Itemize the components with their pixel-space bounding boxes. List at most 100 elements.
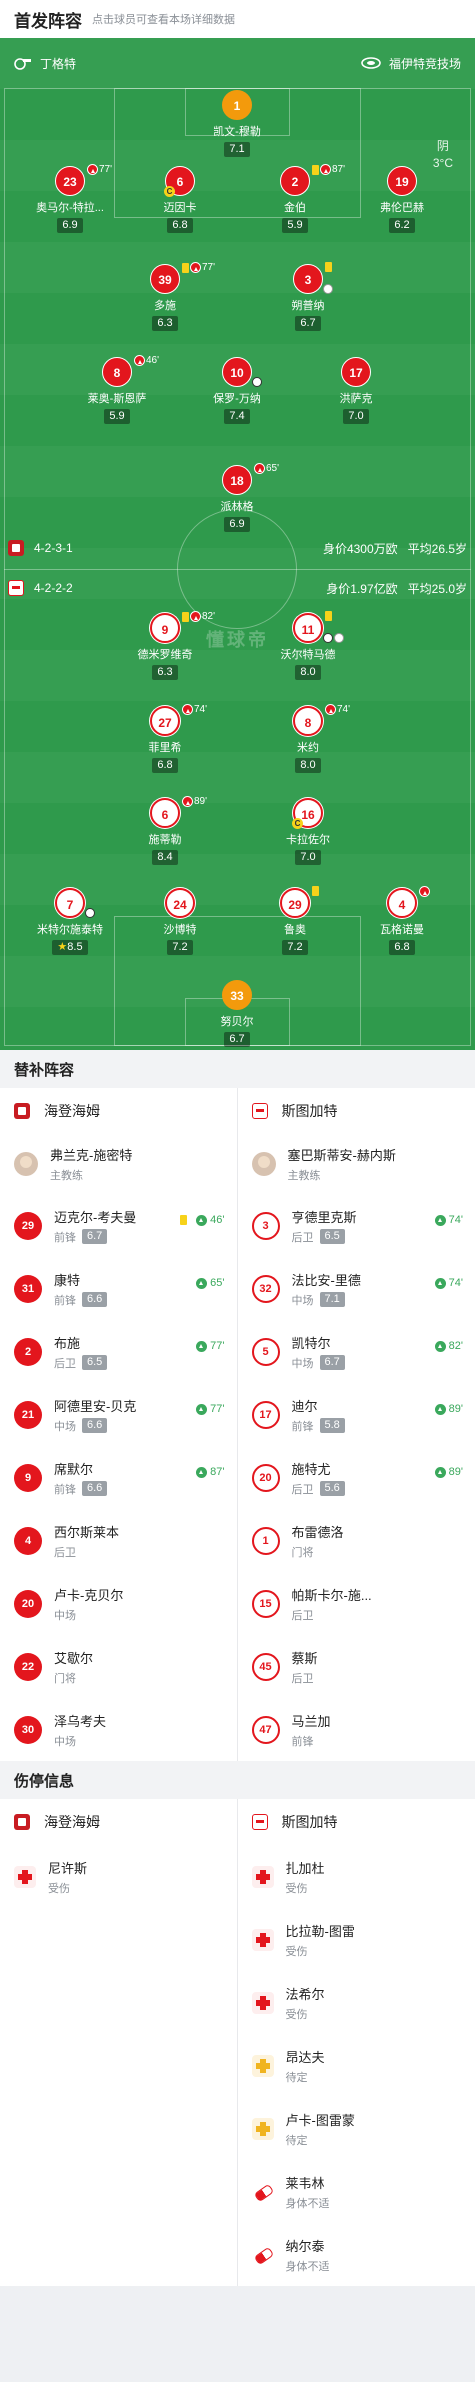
- player-home-17[interactable]: 17 洪萨克 7.0: [301, 357, 411, 424]
- sub-off-icon: [254, 463, 265, 474]
- player-meta: 中场 6.7: [292, 1355, 345, 1371]
- player-position: 前锋: [54, 1483, 76, 1496]
- player-name: 蔡斯: [291, 1650, 318, 1666]
- player-away-16[interactable]: 16 卡拉佐尔 7.0 C: [253, 798, 363, 865]
- player-info: 法希尔 受伤: [286, 1984, 325, 2022]
- player-away-29[interactable]: 29 鲁奥 7.2: [240, 886, 350, 955]
- home-team-info: 4-2-3-1 身价4300万欧 平均26.5岁: [0, 538, 475, 558]
- player-rating: 6.6: [82, 1292, 108, 1307]
- player-number: 20: [251, 1463, 280, 1492]
- player-info: 康特 前锋 6.6: [54, 1270, 108, 1308]
- player-home-1[interactable]: 1 凯文-穆勒 7.1: [182, 90, 292, 157]
- sub-player-row[interactable]: 4 西尔斯莱本 后卫: [0, 1509, 237, 1572]
- goal-ball-icon: [323, 633, 333, 643]
- player-home-8[interactable]: 8 莱奥-斯恩萨 5.9 46': [62, 355, 172, 424]
- player-number: 4: [14, 1526, 42, 1555]
- player-home-39[interactable]: 39 多施 6.3 77': [110, 262, 220, 331]
- player-away-7[interactable]: 7 米特尔施泰特 ★8.5: [15, 888, 125, 955]
- player-rating: 7.0: [343, 409, 369, 424]
- sub-player-row[interactable]: 17 迪尔 前锋 5.8 89': [238, 1383, 475, 1446]
- player-away-27[interactable]: 27 菲里希 6.8 74': [110, 704, 220, 773]
- player-rating: 6.5: [82, 1355, 108, 1370]
- player-number: 23: [55, 166, 85, 196]
- sub-player-row[interactable]: 20 施特尤 后卫 5.6 89': [238, 1446, 475, 1509]
- sub-player-row[interactable]: 29 迈克尔-考夫曼 前锋 6.7 46': [0, 1194, 237, 1257]
- sub-player-row[interactable]: 45 蔡斯 后卫: [238, 1635, 475, 1698]
- injury-panel: 海登海姆 尼许斯 受伤 斯图加特 扎加杜 受伤比拉勒-图雷 受伤法希尔受伤昂达夫 待定卢…: [0, 1799, 475, 2286]
- avatar: [14, 1152, 38, 1176]
- sub-player-row[interactable]: 32 法比安-里德 中场 7.1 74': [238, 1257, 475, 1320]
- sub-player-row[interactable]: 2 布施 后卫 6.5 77': [0, 1320, 237, 1383]
- sub-player-row[interactable]: 9 席默尔 前锋 6.6 87': [0, 1446, 237, 1509]
- player-home-10[interactable]: 10 保罗-万纳 7.4: [182, 357, 292, 424]
- sub-off-icon: [320, 164, 331, 175]
- player-info: 扎加杜 受伤: [286, 1858, 325, 1896]
- player-info: 迈克尔-考夫曼 前锋 6.7: [54, 1207, 136, 1245]
- player-home-23[interactable]: 23 奥马尔-特拉... 6.9 77': [15, 164, 125, 233]
- pill-icon: [252, 2244, 274, 2266]
- player-info: 蔡斯 后卫: [292, 1648, 318, 1686]
- injury-row[interactable]: 法希尔 受伤: [238, 1971, 475, 2034]
- player-home-19[interactable]: 19 弗伦巴赫 6.2: [347, 166, 457, 233]
- away-value: 身价1.97亿欧: [326, 581, 398, 596]
- sub-player-row[interactable]: 47 马兰加 前锋: [238, 1698, 475, 1761]
- player-info: 凯特尔 中场 6.7: [292, 1333, 345, 1371]
- away-coach[interactable]: 塞巴斯蒂安-赫内斯 主教练: [238, 1134, 475, 1194]
- injury-row[interactable]: 尼许斯 受伤: [0, 1845, 237, 1908]
- yellow-card-icon: [180, 1215, 188, 1225]
- player-away-24[interactable]: 24 沙博特 7.2: [125, 888, 235, 955]
- events-marker: 87': [312, 164, 345, 175]
- sub-player-row[interactable]: 1 布雷德洛 门将: [238, 1509, 475, 1572]
- player-number: 17: [251, 1400, 280, 1429]
- sub-player-row[interactable]: 22 艾歇尔 门将: [0, 1635, 237, 1698]
- player-home-6[interactable]: 6 迈因卡 6.8 C: [125, 166, 235, 233]
- player-name: 法希尔: [285, 1986, 325, 2002]
- injury-row[interactable]: 昂达夫 待定: [238, 2034, 475, 2097]
- player-name: 法比安-里德: [291, 1272, 361, 1288]
- injury-status: 身体不适: [285, 2197, 330, 2210]
- sub-player-row[interactable]: 30 泽乌考夫 中场: [0, 1698, 237, 1761]
- player-home-18[interactable]: 18 派林格 6.9 65': [182, 463, 292, 532]
- sub-player-row[interactable]: 31 康特 前锋 6.6 65': [0, 1257, 237, 1320]
- injury-row[interactable]: 扎加杜 受伤: [238, 1845, 475, 1908]
- home-coach[interactable]: 弗兰克-施密特 主教练: [0, 1134, 237, 1194]
- player-home-2[interactable]: 2 金伯 5.9 87': [240, 164, 350, 233]
- player-info: 迪尔 前锋 5.8: [292, 1396, 345, 1434]
- sub-on-icon: [196, 1277, 208, 1289]
- sub-player-row[interactable]: 3 亨德里克斯 后卫 6.5 74': [238, 1194, 475, 1257]
- player-away-9[interactable]: 9 德米罗维奇 6.3 82': [110, 611, 220, 680]
- injury-row[interactable]: 莱韦林 身体不适: [238, 2160, 475, 2223]
- sub-player-row[interactable]: 21 阿德里安-贝克 中场 6.6 77': [0, 1383, 237, 1446]
- away-team-header[interactable]: 斯图加特: [238, 1088, 475, 1134]
- sub-off-icon: [190, 262, 201, 273]
- sub-player-row[interactable]: 15 帕斯卡尔-施... 后卫: [238, 1572, 475, 1635]
- injury-row[interactable]: 卢卡-图雷蒙 待定: [238, 2097, 475, 2160]
- player-home-3[interactable]: 3 朔普纳 6.7: [253, 262, 363, 331]
- player-number: 29: [14, 1211, 42, 1240]
- player-away-11[interactable]: 11 沃尔特马德 8.0: [253, 611, 363, 680]
- away-subs-column: 斯图加特 塞巴斯蒂安-赫内斯 主教练 3 亨德里克斯 后卫 6.5 74' 32 法比安-里德…: [238, 1088, 475, 1761]
- player-away-4[interactable]: 4 瓦格诺曼 6.8: [347, 886, 457, 955]
- player-number: 32: [251, 1274, 280, 1303]
- player-number: 39: [150, 264, 180, 294]
- player-number: 1: [222, 90, 252, 120]
- sub-player-row[interactable]: 5 凯特尔 中场 6.7 82': [238, 1320, 475, 1383]
- injury-row[interactable]: 纳尔泰 身体不适: [238, 2223, 475, 2286]
- medical-cross-icon: [251, 1928, 274, 1951]
- player-away-6[interactable]: 6 施蒂勒 8.4 89': [110, 796, 220, 865]
- player-info: 昂达夫 待定: [286, 2047, 325, 2085]
- away-team-header[interactable]: 斯图加特: [238, 1799, 475, 1845]
- injury-row[interactable]: 比拉勒-图雷 受伤: [238, 1908, 475, 1971]
- player-number: 3: [251, 1211, 280, 1240]
- home-team-header[interactable]: 海登海姆: [0, 1088, 237, 1134]
- sub-player-row[interactable]: 20 卢卡-克贝尔 中场: [0, 1572, 237, 1635]
- player-away-8[interactable]: 8 米约 8.0 74': [253, 704, 363, 773]
- player-away-33[interactable]: 33 努贝尔 6.7: [182, 980, 292, 1047]
- home-team-header[interactable]: 海登海姆: [0, 1799, 237, 1845]
- player-rating: 6.6: [82, 1418, 108, 1433]
- subs-panel: 海登海姆 弗兰克-施密特 主教练 29 迈克尔-考夫曼 前锋 6.7 46' 31 康特 前锋 6…: [0, 1088, 475, 1761]
- injury-status: 受伤: [285, 2008, 308, 2021]
- player-info: 卢卡-图雷蒙 待定: [286, 2110, 355, 2148]
- sub-minute: 87': [210, 1466, 225, 1478]
- pitch: 丁格特 福伊特竞技场 阴 3°C 懂球帝 1 凯文-穆勒 7.1 23 奥马尔-…: [0, 38, 475, 1050]
